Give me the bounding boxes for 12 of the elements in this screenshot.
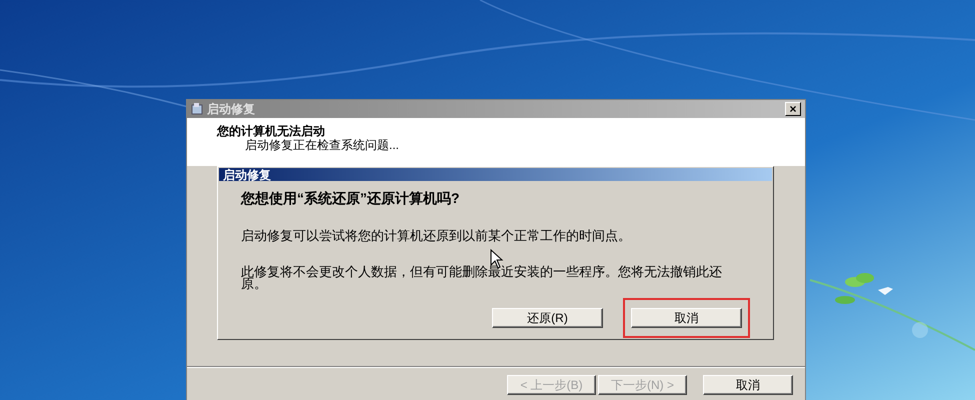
header-title: 您的计算机无法启动 <box>217 124 326 138</box>
dialog-title: 启动修复 <box>223 168 271 180</box>
dialog-message: 此修复将不会更改个人数据，但有可能删除最近安装的一些程序。您将无法撤销此还原。 <box>241 266 723 290</box>
header-subtitle: 启动修复正在检查系统问题... <box>244 138 400 152</box>
cancel-button[interactable]: 取消 <box>703 375 793 395</box>
close-button[interactable]: × <box>785 102 801 116</box>
dialog-question: 您想使用“系统还原”还原计算机吗? <box>241 189 461 208</box>
app-icon <box>191 103 203 115</box>
window-title: 启动修复 <box>207 101 256 118</box>
dialog-message: 启动修复可以尝试将您的计算机还原到以前某个正常工作的时间点。 <box>241 230 632 242</box>
cancel-button[interactable]: 取消 <box>631 308 742 328</box>
restore-button[interactable]: 还原(R) <box>492 308 603 328</box>
